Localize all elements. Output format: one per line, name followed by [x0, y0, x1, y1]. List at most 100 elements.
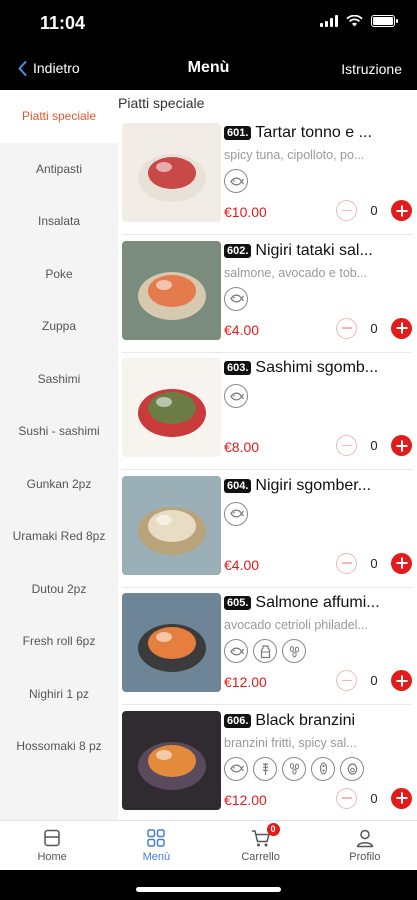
category-item[interactable]: Uramaki Red 8pz: [0, 510, 118, 563]
section-title: Piatti speciale: [118, 95, 205, 111]
status-icons: [320, 15, 398, 27]
category-item[interactable]: Zuppa: [0, 300, 118, 353]
dish-price: €4.00: [224, 556, 260, 573]
dish-photo[interactable]: [122, 475, 221, 575]
quantity-value: 0: [370, 438, 378, 453]
dish-name: 601. Tartar tonno e ...: [224, 124, 412, 142]
decrease-button[interactable]: [336, 435, 357, 456]
decrease-button[interactable]: [336, 317, 357, 339]
dish-description: avocado cetrioli philadel...: [224, 618, 368, 632]
tab-bar: Home Menù 0 Carrello Profilo: [0, 820, 417, 870]
category-item[interactable]: Poke: [0, 248, 118, 301]
increase-button[interactable]: [391, 552, 412, 574]
sesame-icon: [282, 756, 306, 781]
nav-bar: Indietro Menù Istruzione: [0, 48, 417, 90]
status-bar: 11:04: [0, 0, 417, 48]
dish-name: 603. Sashimi sgomb...: [224, 359, 412, 377]
dish-name: 605. Salmone affumi...: [224, 594, 412, 612]
tab-cart[interactable]: 0 Carrello: [209, 821, 313, 870]
dish-photo[interactable]: [122, 593, 221, 692]
back-button[interactable]: Indietro: [18, 60, 80, 76]
fish-icon: [224, 756, 248, 781]
dish-title: Nigiri sgomber...: [255, 476, 372, 494]
sesame-icon: [282, 639, 306, 663]
fish-icon: [224, 384, 248, 408]
dish-price: €12.00: [224, 674, 267, 690]
fish-icon: [224, 169, 248, 193]
increase-button[interactable]: [391, 670, 412, 691]
dish-title: Tartar tonno e ...: [255, 124, 372, 141]
tab-menu[interactable]: Menù: [104, 821, 208, 870]
dish-row[interactable]: 603. Sashimi sgomb... €8.00 0: [122, 353, 412, 470]
fish-icon: [224, 501, 248, 526]
category-item[interactable]: Sashimi: [0, 353, 118, 406]
quantity-stepper: 0: [336, 435, 412, 456]
quantity-value: 0: [370, 673, 378, 688]
dish-title: Black branzini: [255, 711, 356, 729]
category-item[interactable]: Hossomaki 8 pz: [0, 720, 118, 773]
category-sidebar[interactable]: Piatti speciale Antipasti Insalata Poke Zupp…: [0, 90, 118, 820]
back-label: Indietro: [33, 60, 80, 76]
quantity-value: 0: [370, 790, 378, 806]
dish-photo[interactable]: [122, 240, 221, 340]
dish-row[interactable]: 601. Tartar tonno e ... spicy tuna, cipol…: [122, 118, 412, 235]
dish-name: 604. Nigiri sgomber...: [224, 477, 412, 495]
soy-icon: [311, 756, 335, 781]
fish-icon: [224, 286, 248, 311]
increase-button[interactable]: [391, 200, 412, 221]
home-indicator[interactable]: [136, 887, 281, 892]
tab-profile[interactable]: Profilo: [313, 821, 417, 870]
increase-button[interactable]: [391, 435, 412, 456]
dish-code: 603.: [224, 361, 252, 375]
allergen-list: [224, 384, 248, 408]
dish-row[interactable]: 606. Black branzini branzini fritti, spic…: [122, 706, 412, 821]
category-item[interactable]: Dutou 2pz: [0, 563, 118, 616]
dish-photo[interactable]: [122, 358, 221, 457]
dish-description: branzini fritti, spicy sal...: [224, 735, 357, 750]
dish-row[interactable]: 605. Salmone affumi... avocado cetrioli p…: [122, 588, 412, 705]
dish-name: 606. Black branzini: [224, 712, 412, 730]
dish-code: 604.: [224, 478, 252, 493]
decrease-button[interactable]: [336, 670, 357, 691]
battery-icon: [371, 15, 398, 27]
quantity-stepper: 0: [336, 552, 412, 574]
fish-icon: [224, 639, 248, 663]
category-item[interactable]: Antipasti: [0, 143, 118, 196]
decrease-button[interactable]: [336, 787, 357, 809]
dish-price: €8.00: [224, 439, 260, 455]
quantity-stepper: 0: [336, 200, 412, 221]
category-item[interactable]: Gunkan 2pz: [0, 458, 118, 511]
home-icon: [44, 829, 60, 847]
dish-title: Nigiri tataki sal...: [255, 241, 373, 259]
tab-menu-label: Menù: [142, 851, 171, 863]
decrease-button[interactable]: [336, 200, 357, 221]
decrease-button[interactable]: [336, 552, 357, 574]
dish-row[interactable]: 604. Nigiri sgomber... €4.00 0: [122, 471, 412, 588]
tab-profile-label: Profilo: [349, 851, 381, 863]
increase-button[interactable]: [391, 787, 412, 809]
signal-icon: [320, 15, 338, 27]
milk-icon: [253, 639, 277, 663]
increase-button[interactable]: [391, 317, 412, 339]
category-item[interactable]: Sushi - sashimi: [0, 405, 118, 458]
dish-photo[interactable]: [122, 123, 221, 222]
category-item[interactable]: Fresh roll 6pz: [0, 615, 118, 668]
dish-row[interactable]: 602. Nigiri tataki sal... salmone, avocad…: [122, 236, 412, 353]
category-item[interactable]: Insalata: [0, 195, 118, 248]
wifi-icon: [346, 15, 363, 27]
category-item[interactable]: Piatti speciale: [0, 90, 118, 143]
tab-cart-label: Carrello: [241, 851, 280, 863]
quantity-stepper: 0: [336, 317, 412, 339]
egg-icon: [340, 756, 364, 781]
home-indicator-area: [0, 870, 417, 900]
tab-home[interactable]: Home: [0, 821, 104, 870]
allergen-list: [224, 639, 306, 663]
dish-list[interactable]: Piatti speciale 601. Tartar tonno e ... s…: [118, 90, 417, 820]
allergen-list: [224, 286, 248, 311]
istruzione-button[interactable]: Istruzione: [341, 61, 402, 77]
dish-photo[interactable]: [122, 710, 221, 810]
allergen-list: [224, 756, 364, 781]
cart-badge: 0: [266, 823, 280, 836]
category-item[interactable]: Nighiri 1 pz: [0, 668, 118, 721]
chevron-left-icon: [18, 60, 27, 76]
